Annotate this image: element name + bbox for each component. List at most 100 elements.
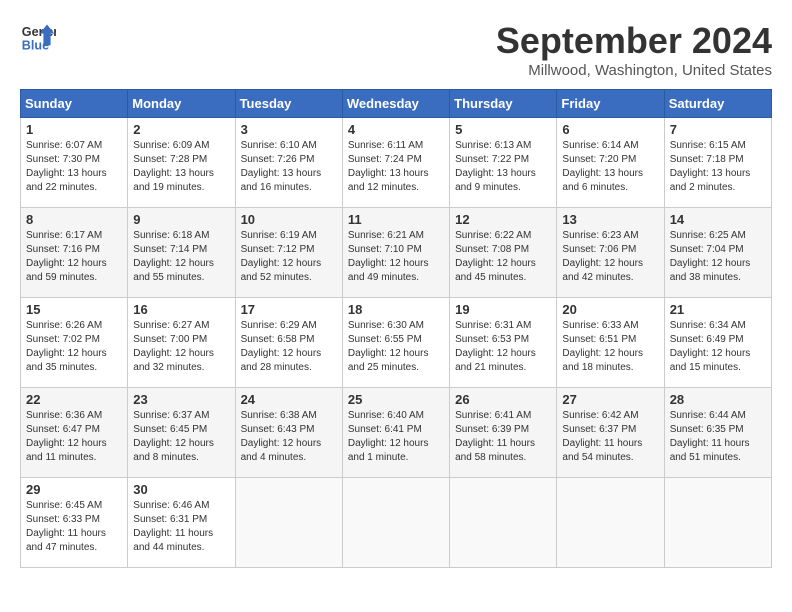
- day-number: 1: [26, 122, 122, 137]
- calendar-cell: 10 Sunrise: 6:19 AM Sunset: 7:12 PM Dayli…: [235, 208, 342, 298]
- calendar-cell: 19 Sunrise: 6:31 AM Sunset: 6:53 PM Dayli…: [450, 298, 557, 388]
- logo-icon: General Blue: [20, 20, 56, 56]
- day-info: Sunrise: 6:36 AM Sunset: 6:47 PM Dayligh…: [26, 409, 122, 465]
- weekday-header-thursday: Thursday: [450, 90, 557, 118]
- day-info: Sunrise: 6:46 AM Sunset: 6:31 PM Dayligh…: [133, 499, 229, 555]
- day-info: Sunrise: 6:33 AM Sunset: 6:51 PM Dayligh…: [562, 319, 658, 375]
- day-number: 12: [455, 212, 551, 227]
- day-info: Sunrise: 6:42 AM Sunset: 6:37 PM Dayligh…: [562, 409, 658, 465]
- day-info: Sunrise: 6:30 AM Sunset: 6:55 PM Dayligh…: [348, 319, 444, 375]
- calendar-cell: 30 Sunrise: 6:46 AM Sunset: 6:31 PM Dayli…: [128, 478, 235, 568]
- day-number: 6: [562, 122, 658, 137]
- day-number: 11: [348, 212, 444, 227]
- day-info: Sunrise: 6:37 AM Sunset: 6:45 PM Dayligh…: [133, 409, 229, 465]
- calendar-week-row: 29 Sunrise: 6:45 AM Sunset: 6:33 PM Dayli…: [21, 478, 772, 568]
- day-info: Sunrise: 6:25 AM Sunset: 7:04 PM Dayligh…: [670, 229, 766, 285]
- day-info: Sunrise: 6:17 AM Sunset: 7:16 PM Dayligh…: [26, 229, 122, 285]
- day-number: 20: [562, 302, 658, 317]
- calendar-cell: 7Sunrise: 6:15 AM Sunset: 7:18 PM Daylig…: [664, 118, 771, 208]
- calendar-cell: 25 Sunrise: 6:40 AM Sunset: 6:41 PM Dayli…: [342, 388, 449, 478]
- day-number: 28: [670, 392, 766, 407]
- day-number: 25: [348, 392, 444, 407]
- calendar-cell: 6 Sunrise: 6:14 AM Sunset: 7:20 PM Daylig…: [557, 118, 664, 208]
- day-number: 4: [348, 122, 444, 137]
- day-number: 17: [241, 302, 337, 317]
- day-number: 8: [26, 212, 122, 227]
- day-number: 9: [133, 212, 229, 227]
- calendar-cell: 2Sunrise: 6:09 AM Sunset: 7:28 PM Daylig…: [128, 118, 235, 208]
- calendar-cell: 29 Sunrise: 6:45 AM Sunset: 6:33 PM Dayli…: [21, 478, 128, 568]
- weekday-header-sunday: Sunday: [21, 90, 128, 118]
- calendar-cell: 26 Sunrise: 6:41 AM Sunset: 6:39 PM Dayli…: [450, 388, 557, 478]
- location-title: Millwood, Washington, United States: [496, 62, 772, 79]
- calendar-week-row: 1Sunrise: 6:07 AM Sunset: 7:30 PM Daylig…: [21, 118, 772, 208]
- day-info: Sunrise: 6:29 AM Sunset: 6:58 PM Dayligh…: [241, 319, 337, 375]
- calendar-cell: 15 Sunrise: 6:26 AM Sunset: 7:02 PM Dayli…: [21, 298, 128, 388]
- day-number: 19: [455, 302, 551, 317]
- calendar-cell: 13Sunrise: 6:23 AM Sunset: 7:06 PM Dayli…: [557, 208, 664, 298]
- day-info: Sunrise: 6:11 AM Sunset: 7:24 PM Dayligh…: [348, 139, 444, 195]
- day-info: Sunrise: 6:45 AM Sunset: 6:33 PM Dayligh…: [26, 499, 122, 555]
- day-info: Sunrise: 6:10 AM Sunset: 7:26 PM Dayligh…: [241, 139, 337, 195]
- logo: General Blue: [20, 20, 60, 56]
- day-info: Sunrise: 6:40 AM Sunset: 6:41 PM Dayligh…: [348, 409, 444, 465]
- calendar-week-row: 8 Sunrise: 6:17 AM Sunset: 7:16 PM Daylig…: [21, 208, 772, 298]
- day-number: 10: [241, 212, 337, 227]
- day-info: Sunrise: 6:21 AM Sunset: 7:10 PM Dayligh…: [348, 229, 444, 285]
- calendar-cell: [450, 478, 557, 568]
- calendar-week-row: 22 Sunrise: 6:36 AM Sunset: 6:47 PM Dayli…: [21, 388, 772, 478]
- calendar-cell: [342, 478, 449, 568]
- day-number: 26: [455, 392, 551, 407]
- day-info: Sunrise: 6:26 AM Sunset: 7:02 PM Dayligh…: [26, 319, 122, 375]
- day-number: 21: [670, 302, 766, 317]
- calendar-cell: 17 Sunrise: 6:29 AM Sunset: 6:58 PM Dayli…: [235, 298, 342, 388]
- calendar-cell: 9 Sunrise: 6:18 AM Sunset: 7:14 PM Daylig…: [128, 208, 235, 298]
- calendar-cell: 27 Sunrise: 6:42 AM Sunset: 6:37 PM Dayli…: [557, 388, 664, 478]
- calendar-cell: [235, 478, 342, 568]
- weekday-header-friday: Friday: [557, 90, 664, 118]
- weekday-header-wednesday: Wednesday: [342, 90, 449, 118]
- page-header: General Blue September 2024 Millwood, Wa…: [20, 20, 772, 79]
- day-info: Sunrise: 6:31 AM Sunset: 6:53 PM Dayligh…: [455, 319, 551, 375]
- day-number: 2: [133, 122, 229, 137]
- weekday-header-tuesday: Tuesday: [235, 90, 342, 118]
- day-number: 29: [26, 482, 122, 497]
- day-info: Sunrise: 6:41 AM Sunset: 6:39 PM Dayligh…: [455, 409, 551, 465]
- day-number: 3: [241, 122, 337, 137]
- weekday-header-saturday: Saturday: [664, 90, 771, 118]
- calendar-cell: 4 Sunrise: 6:11 AM Sunset: 7:24 PM Daylig…: [342, 118, 449, 208]
- day-info: Sunrise: 6:15 AM Sunset: 7:18 PM Dayligh…: [670, 139, 766, 195]
- day-number: 22: [26, 392, 122, 407]
- day-number: 16: [133, 302, 229, 317]
- calendar-cell: 3 Sunrise: 6:10 AM Sunset: 7:26 PM Daylig…: [235, 118, 342, 208]
- day-number: 30: [133, 482, 229, 497]
- calendar-cell: 20 Sunrise: 6:33 AM Sunset: 6:51 PM Dayli…: [557, 298, 664, 388]
- calendar-cell: 8 Sunrise: 6:17 AM Sunset: 7:16 PM Daylig…: [21, 208, 128, 298]
- day-number: 15: [26, 302, 122, 317]
- calendar-cell: 11 Sunrise: 6:21 AM Sunset: 7:10 PM Dayli…: [342, 208, 449, 298]
- calendar-table: SundayMondayTuesdayWednesdayThursdayFrid…: [20, 89, 772, 568]
- day-number: 23: [133, 392, 229, 407]
- day-info: Sunrise: 6:44 AM Sunset: 6:35 PM Dayligh…: [670, 409, 766, 465]
- day-number: 5: [455, 122, 551, 137]
- calendar-cell: [557, 478, 664, 568]
- day-info: Sunrise: 6:18 AM Sunset: 7:14 PM Dayligh…: [133, 229, 229, 285]
- title-area: September 2024 Millwood, Washington, Uni…: [496, 20, 772, 79]
- day-info: Sunrise: 6:34 AM Sunset: 6:49 PM Dayligh…: [670, 319, 766, 375]
- day-info: Sunrise: 6:38 AM Sunset: 6:43 PM Dayligh…: [241, 409, 337, 465]
- calendar-cell: 1Sunrise: 6:07 AM Sunset: 7:30 PM Daylig…: [21, 118, 128, 208]
- day-info: Sunrise: 6:23 AM Sunset: 7:06 PM Dayligh…: [562, 229, 658, 285]
- day-info: Sunrise: 6:19 AM Sunset: 7:12 PM Dayligh…: [241, 229, 337, 285]
- calendar-cell: 23 Sunrise: 6:37 AM Sunset: 6:45 PM Dayli…: [128, 388, 235, 478]
- calendar-cell: 21 Sunrise: 6:34 AM Sunset: 6:49 PM Dayli…: [664, 298, 771, 388]
- day-number: 18: [348, 302, 444, 317]
- day-info: Sunrise: 6:22 AM Sunset: 7:08 PM Dayligh…: [455, 229, 551, 285]
- day-info: Sunrise: 6:14 AM Sunset: 7:20 PM Dayligh…: [562, 139, 658, 195]
- day-number: 27: [562, 392, 658, 407]
- calendar-cell: 22 Sunrise: 6:36 AM Sunset: 6:47 PM Dayli…: [21, 388, 128, 478]
- calendar-cell: 16 Sunrise: 6:27 AM Sunset: 7:00 PM Dayli…: [128, 298, 235, 388]
- calendar-cell: [664, 478, 771, 568]
- calendar-cell: 24Sunrise: 6:38 AM Sunset: 6:43 PM Dayli…: [235, 388, 342, 478]
- calendar-cell: 5Sunrise: 6:13 AM Sunset: 7:22 PM Daylig…: [450, 118, 557, 208]
- day-info: Sunrise: 6:27 AM Sunset: 7:00 PM Dayligh…: [133, 319, 229, 375]
